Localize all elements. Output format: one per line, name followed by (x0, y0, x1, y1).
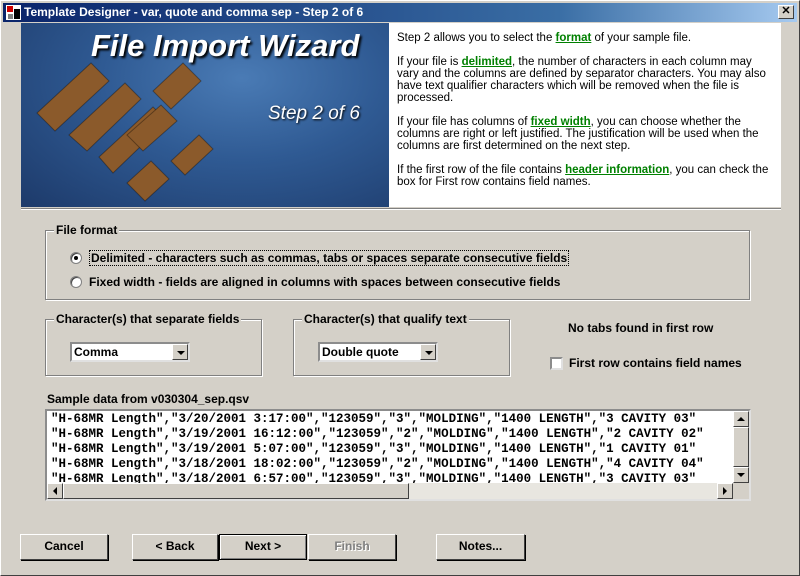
help-paragraph: If your file is delimited, the number of… (397, 56, 766, 104)
delimited-radio[interactable] (70, 252, 82, 264)
divider (21, 208, 781, 210)
chevron-down-icon[interactable] (172, 344, 188, 360)
delimited-label: Delimited - characters such as commas, t… (89, 250, 570, 266)
header-information-link[interactable]: header information (565, 164, 669, 176)
horizontal-scrollbar[interactable] (47, 483, 733, 499)
help-paragraph: If the first row of the file contains he… (397, 164, 769, 188)
window-title: Template Designer - var, quote and comma… (24, 5, 364, 19)
arrow-left-icon (53, 487, 57, 495)
help-paragraph: If your file has columns of fixed width,… (397, 116, 759, 152)
qualifier-value: Double quote (322, 345, 399, 359)
notes-button[interactable]: Notes... (436, 534, 525, 560)
list-item: "H-68MR Length","3/20/2001 3:17:00","123… (51, 412, 697, 426)
scroll-down-button[interactable] (733, 467, 749, 483)
scroll-up-button[interactable] (733, 411, 749, 427)
delimited-link[interactable]: delimited (462, 56, 512, 68)
cancel-button[interactable]: Cancel (20, 534, 108, 560)
sample-data-lines: "H-68MR Length","3/20/2001 3:17:00","123… (47, 411, 749, 487)
app-icon (6, 5, 21, 20)
qualifier-label: Character(s) that qualify text (302, 312, 469, 326)
scroll-corner (733, 483, 749, 499)
help-panel: Step 2 allows you to select the format o… (389, 23, 781, 207)
sample-data-label: Sample data from v030304_sep.qsv (47, 392, 250, 406)
file-format-label: File format (54, 223, 120, 237)
list-item: "H-68MR Length","3/19/2001 16:12:00","12… (51, 427, 704, 441)
fixed-width-label: Fixed width - fields are aligned in colu… (89, 275, 561, 289)
separator-select[interactable]: Comma (70, 342, 190, 362)
wizard-banner: File Import Wizard Step 2 of 6 (21, 23, 389, 207)
finish-button[interactable]: Finish (308, 534, 396, 560)
arrow-up-icon (737, 417, 745, 421)
fixed-width-radio[interactable] (70, 276, 82, 288)
scroll-left-button[interactable] (47, 483, 63, 499)
qualifier-select[interactable]: Double quote (318, 342, 438, 362)
wizard-window: Template Designer - var, quote and comma… (0, 0, 800, 576)
separator-group: Character(s) that separate fields Comma (45, 312, 262, 376)
separator-label: Character(s) that separate fields (54, 312, 242, 326)
sample-data-list[interactable]: "H-68MR Length","3/20/2001 3:17:00","123… (45, 409, 751, 501)
file-format-group: File format Delimited - characters such … (45, 223, 750, 300)
help-paragraph: Step 2 allows you to select the format o… (397, 32, 692, 44)
list-item: "H-68MR Length","3/19/2001 5:07:00","123… (51, 442, 697, 456)
scroll-right-button[interactable] (717, 483, 733, 499)
horizontal-scroll-thumb[interactable] (63, 483, 409, 499)
first-row-checkbox[interactable] (550, 357, 563, 370)
list-item: "H-68MR Length","3/18/2001 18:02:00","12… (51, 457, 704, 471)
chevron-down-icon[interactable] (420, 344, 436, 360)
arrow-down-icon (737, 473, 745, 477)
fixed-width-link[interactable]: fixed width (531, 116, 591, 128)
format-link[interactable]: format (556, 32, 592, 44)
next-button[interactable]: Next > (219, 534, 307, 560)
fixed-width-option[interactable]: Fixed width - fields are aligned in colu… (70, 274, 560, 290)
wizard-step: Step 2 of 6 (268, 103, 360, 124)
first-row-label[interactable]: First row contains field names (569, 356, 742, 370)
tabs-message: No tabs found in first row (568, 321, 714, 335)
qualifier-group: Character(s) that qualify text Double qu… (293, 312, 510, 376)
vertical-scroll-thumb[interactable] (733, 427, 749, 467)
wizard-title: File Import Wizard (91, 28, 360, 63)
title-bar[interactable]: Template Designer - var, quote and comma… (3, 3, 797, 22)
separator-value: Comma (74, 345, 119, 359)
close-icon: ✕ (781, 5, 791, 17)
arrow-right-icon (723, 487, 727, 495)
delimited-option[interactable]: Delimited - characters such as commas, t… (70, 250, 570, 266)
vertical-scrollbar[interactable] (733, 411, 749, 483)
close-button[interactable]: ✕ (778, 5, 794, 19)
back-button[interactable]: < Back (132, 534, 218, 560)
